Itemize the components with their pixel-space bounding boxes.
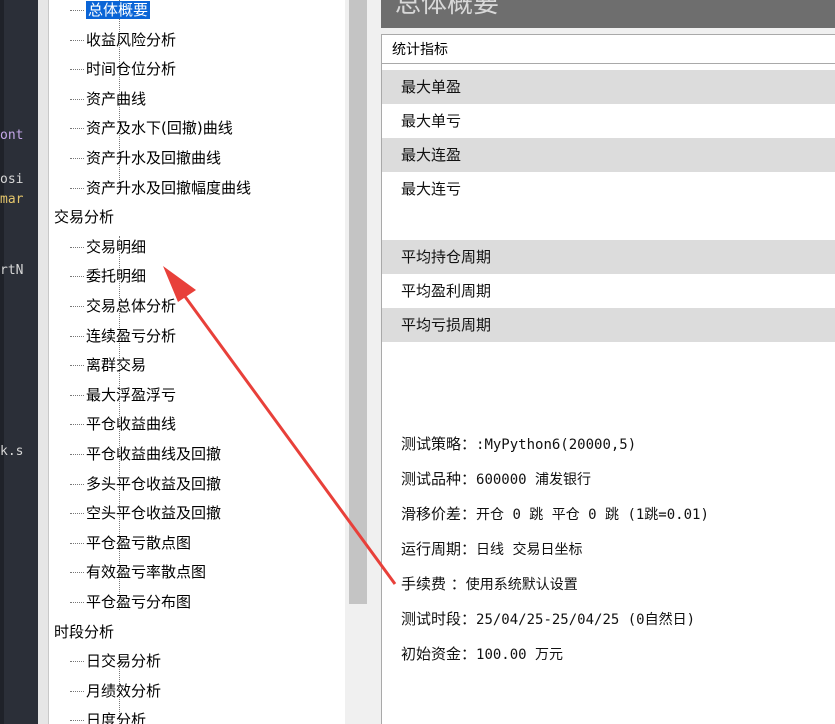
stat-row[interactable]: 最大连盈 [382,138,835,172]
tree-item-label: 交易分析 [54,208,115,227]
tree-item-11[interactable]: 连续盈亏分析 [69,323,177,349]
tree-item-label: 交易总体分析 [86,297,177,315]
tree-item-label: 资产及水下(回撤)曲线 [86,119,233,138]
tree-item-label: 资产曲线 [86,89,147,108]
tree-group-21[interactable]: 时段分析 [54,619,114,645]
stat-row[interactable] [382,206,835,240]
tree-item-label: 平仓收益曲线及回撤 [86,445,222,463]
info-value: 25/04/25-25/04/25 (0自然日) [476,612,696,628]
report-title: 总体概要 [395,0,500,19]
code-text: k.s [0,444,24,459]
tree-item-15[interactable]: 平仓收益曲线及回撤 [69,441,222,467]
tree-item-label: 资产升水及回撤幅度曲线 [86,178,252,197]
tree-item-14[interactable]: 平仓收益曲线 [69,411,177,437]
test-info-line: 测试时段：25/04/25-25/04/25 (0自然日) [401,602,695,636]
test-info-line: 手续费 ：使用系统默认设置 [401,567,578,601]
tree-item-20[interactable]: 平仓盈亏分布图 [69,589,192,615]
tree-item-13[interactable]: 最大浮盈浮亏 [69,382,177,408]
tree-item-label: 平仓收益曲线 [86,415,177,434]
info-label: 测试品种： [401,470,477,488]
stat-row[interactable]: 最大单亏 [382,104,835,138]
tree-item-17[interactable]: 空头平仓收益及回撤 [69,500,222,526]
info-label: 滑移价差： [401,505,477,523]
tree-item-label: 日交易分析 [86,652,162,671]
grid-column-header[interactable]: 统计指标 [382,34,835,64]
test-info-line: 测试品种：600000 浦发银行 [401,462,591,496]
info-value: 开仓 0 跳 平仓 0 跳 (1跳=0.01) [476,507,709,523]
tree-item-label: 总体概要 [86,1,151,19]
test-info-line: 测试策略：:MyPython6(20000,5) [401,427,636,461]
info-label: 初始资金： [401,645,477,663]
tree-item-16[interactable]: 多头平仓收益及回撤 [69,471,222,497]
editor-gutter [0,0,4,724]
info-label: 手续费 ： [401,575,466,593]
tree-group-7[interactable]: 交易分析 [54,204,114,230]
tree-scrollbar[interactable] [345,0,371,724]
tree-item-23[interactable]: 月绩效分析 [69,678,162,704]
code-text: mar [0,192,24,207]
tree-item-label: 多头平仓收益及回撤 [86,474,222,493]
tree-item-label: 日度分析 [86,711,147,724]
tree-item-24[interactable]: 日度分析 [69,707,147,724]
tree-item-label: 平仓盈亏散点图 [86,533,192,552]
test-info-line: 滑移价差：开仓 0 跳 平仓 0 跳 (1跳=0.01) [401,497,709,531]
stat-row[interactable]: 平均持仓周期 [382,240,835,274]
tree-item-label: 连续盈亏分析 [86,326,177,345]
info-label: 运行周期： [401,540,477,558]
tree-item-8[interactable]: 交易明细 [69,234,147,260]
tree-item-label: 有效盈亏率散点图 [86,563,207,582]
tree-item-6[interactable]: 资产升水及回撤幅度曲线 [69,175,252,201]
test-info-line: 运行周期：日线 交易日坐标 [401,532,582,566]
tree-item-label: 资产升水及回撤曲线 [86,149,222,167]
tree-item-19[interactable]: 有效盈亏率散点图 [69,559,207,585]
tree-scrollbar-thumb[interactable] [349,0,367,604]
tree-item-label: 空头平仓收益及回撤 [86,504,222,523]
code-text: rtN [0,263,24,278]
info-value: 使用系统默认设置 [465,577,578,593]
tree-item-label: 时段分析 [54,622,115,641]
tree-item-2[interactable]: 时间仓位分析 [69,56,177,82]
report-title-banner: 总体概要 [381,0,835,28]
tree-item-label: 交易明细 [86,237,147,256]
tree-item-label: 离群交易 [86,356,147,375]
report-content-panel: 总体概要 统计指标 最大单盈 最大单亏 最大连盈 最大连亏平均持仓周期 平均盈利周期 平均… [371,0,835,724]
info-value: 100.00 万元 [476,647,564,663]
stat-row[interactable]: 平均亏损周期 [382,308,835,342]
tree-item-18[interactable]: 平仓盈亏散点图 [69,530,192,556]
stat-row[interactable]: 最大单盈 [382,70,835,104]
test-info-line: 初始资金：100.00 万元 [401,637,563,671]
info-value: :MyPython6(20000,5) [476,437,637,453]
info-label: 测试时段： [401,610,477,628]
tree-item-label: 时间仓位分析 [86,60,177,79]
tree-item-label: 最大浮盈浮亏 [86,385,177,404]
tree-item-label: 委托明细 [86,267,147,286]
code-text: osi [0,172,24,187]
tree-item-label: 平仓盈亏分布图 [86,593,192,611]
tree-item-3[interactable]: 资产曲线 [69,86,147,112]
info-value: 600000 浦发银行 [476,472,592,488]
tree-item-5[interactable]: 资产升水及回撤曲线 [69,145,222,171]
stats-grid: 统计指标 最大单盈 最大单亏 最大连盈 最大连亏 平均持仓周期 平均盈利周期 平均亏损周期 … [381,34,835,724]
tree-item-12[interactable]: 离群交易 [69,352,147,378]
tree-item-10[interactable]: 交易总体分析 [69,293,177,319]
tree-item-4[interactable]: 资产及水下(回撤)曲线 [70,115,233,141]
tree-item-0[interactable]: 总体概要 [69,0,151,23]
tree-item-label: 收益风险分析 [86,30,177,49]
code-text: ont [0,128,24,143]
report-tree-panel: 总体概要收益风险分析 时间仓位分析 资产曲线资产及水下(回撤)曲线 资产升水及回撤曲线… [49,0,345,724]
tree-item-label: 月绩效分析 [86,681,162,700]
stat-row[interactable]: 最大连亏 [382,172,835,206]
tree-item-1[interactable]: 收益风险分析 [69,27,177,53]
code-editor-panel: ont osi mar rtN k.s [0,0,38,724]
info-value: 日线 交易日坐标 [476,542,583,558]
panel-divider[interactable] [38,0,49,724]
tree-item-22[interactable]: 日交易分析 [69,648,162,674]
info-label: 测试策略： [401,435,477,453]
tree-item-9[interactable]: 委托明细 [69,263,147,289]
stat-row[interactable]: 平均盈利周期 [382,274,835,308]
